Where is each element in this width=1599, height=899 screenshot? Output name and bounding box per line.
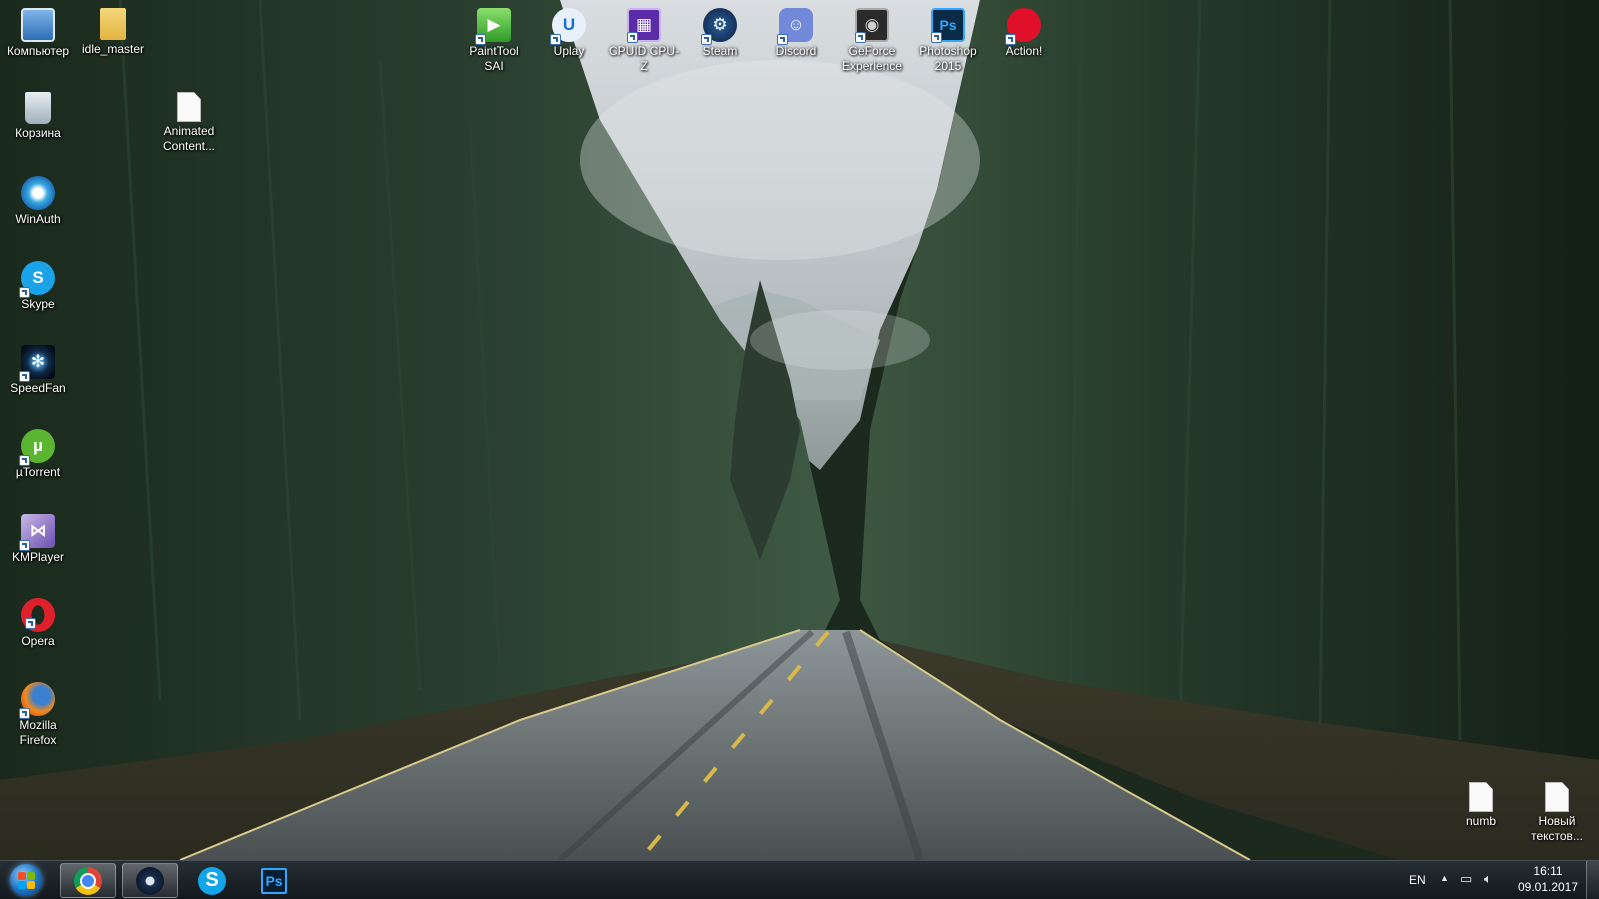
shortcut-arrow-icon [931,32,942,43]
taskbar-photoshop-button[interactable]: Ps [246,863,302,898]
steam-icon: ⚙ [701,8,737,45]
discord-icon: ☺ [777,8,813,45]
firefox-icon [19,682,55,719]
desktop-icon-label: Компьютер [6,44,70,58]
desktop-icon-label: idle_master [81,42,145,56]
shortcut-arrow-icon [25,618,36,629]
taskbar-chrome-button[interactable] [60,863,116,898]
desktop-icon-idle-master[interactable]: idle_master [75,2,151,57]
shortcut-arrow-icon [19,540,30,551]
geforce-icon: ◉ [855,8,889,43]
desktop-icon-numb[interactable]: numb [1443,776,1519,829]
desktop-icon-label: numb [1465,814,1497,828]
kmplayer-icon: ⋈ [19,514,55,551]
desktop-icon-recycle-bin[interactable]: Корзина [0,86,76,141]
shortcut-arrow-icon [627,32,638,43]
desktop-icon-label: Uplay [553,44,585,58]
utorrent-icon: µ [19,429,55,466]
shortcut-arrow-icon [777,34,788,45]
desktop-icon-computer[interactable]: Компьютер [0,2,76,59]
shortcut-arrow-icon [1005,34,1016,45]
desktop-icon-opera[interactable]: Opera [0,592,76,649]
desktop-icon-label: Discord [775,44,817,58]
desktop-icon-label: KMPlayer [11,550,64,564]
shortcut-arrow-icon [19,287,30,298]
desktop-icon-label: Новый текстов... [1531,814,1583,843]
clock-time: 16:11 [1533,864,1563,878]
winauth-icon [21,176,55,210]
desktop-icon-label: Animated Content... [162,124,216,153]
desktop-icon-winauth[interactable]: WinAuth [0,170,76,227]
desktop-icon-label: GeForce Experience [841,44,903,73]
desktop-icon-geforce[interactable]: ◉ GeForce Experience [834,2,910,74]
desktop-icon-speedfan[interactable]: ✻ SpeedFan [0,339,76,396]
photoshop-icon: Ps [931,8,965,43]
desktop-icon-label: Steam [702,44,738,58]
shortcut-arrow-icon [475,34,486,45]
desktop-icon-label: Action! [1005,44,1043,58]
network-icon[interactable]: ▭ [1460,871,1472,887]
show-desktop-button[interactable] [1586,861,1599,899]
shortcut-arrow-icon [19,708,30,719]
taskbar-skype-button[interactable]: S [184,863,240,898]
folder-icon [100,8,126,40]
recycle-bin-icon [25,92,51,124]
desktop-icon-label: Skype [21,297,55,311]
skype-icon: S [198,866,226,895]
clock-date: 09.01.2017 [1517,880,1579,894]
action-icon [1005,8,1041,45]
computer-icon [21,8,55,42]
volume-icon[interactable]: 🔈︎ [1484,871,1492,887]
desktop-icon-label: µTorrent [15,465,61,479]
file-icon [177,92,201,122]
shortcut-arrow-icon [855,32,866,43]
desktop-icon-label: SpeedFan [10,381,66,395]
desktop-icon-new-text-doc[interactable]: Новый текстов... [1519,776,1595,844]
desktop-icon-label: WinAuth [15,212,61,226]
desktop-icon-label: Корзина [15,126,61,140]
desktop-icon-utorrent[interactable]: µ µTorrent [0,423,76,480]
cpuz-icon: ▦ [627,8,661,43]
speedfan-icon: ✻ [19,345,55,382]
desktop-icon-firefox[interactable]: Mozilla Firefox [0,676,76,748]
desktop-icon-label: CPUID CPU-Z [608,44,679,73]
opera-icon [21,598,55,632]
taskbar: S Ps EN ▲ ▭ 🔈︎ 16:11 09.01.2017 [0,860,1599,899]
shortcut-arrow-icon [550,34,561,45]
desktop-icon-painttool-sai[interactable]: ▶ PaintTool SAI [456,2,532,74]
desktop-icon-action[interactable]: Action! [986,2,1062,59]
desktop-icon-animated-content[interactable]: Animated Content... [151,86,227,154]
desktop-icon-skype[interactable]: S Skype [0,255,76,312]
shortcut-arrow-icon [19,455,30,466]
desktop-icon-label: Opera [21,634,55,648]
taskbar-steam-button[interactable] [122,863,178,898]
desktop-icon-photoshop[interactable]: Ps Photoshop 2015 [910,2,986,74]
desktop-icon-steam[interactable]: ⚙ Steam [682,2,758,59]
shortcut-arrow-icon [19,371,30,382]
painttool-sai-icon: ▶ [475,8,511,45]
windows-logo-icon [10,864,42,896]
desktop-icon-uplay[interactable]: U Uplay [531,2,607,59]
clock[interactable]: 16:11 09.01.2017 [1515,863,1581,895]
skype-icon: S [19,261,55,298]
desktop-icon-discord[interactable]: ☺ Discord [758,2,834,59]
start-button[interactable] [6,862,46,898]
language-indicator[interactable]: EN [1409,873,1426,887]
chrome-icon [74,866,102,895]
photoshop-icon: Ps [261,867,287,894]
desktop-icon-cpuz[interactable]: ▦ CPUID CPU-Z [606,2,682,74]
text-file-icon [1469,782,1493,812]
uplay-icon: U [550,8,586,45]
shortcut-arrow-icon [701,34,712,45]
desktop-icon-kmplayer[interactable]: ⋈ KMPlayer [0,508,76,565]
desktop-icon-label: PaintTool SAI [469,44,519,73]
steam-icon [136,866,164,895]
text-file-icon [1545,782,1569,812]
desktop-icon-label: Photoshop 2015 [919,44,977,73]
desktop-wallpaper [0,0,1599,899]
desktop-icon-label: Mozilla Firefox [19,718,57,747]
tray-expand-icon[interactable]: ▲ [1440,873,1449,883]
